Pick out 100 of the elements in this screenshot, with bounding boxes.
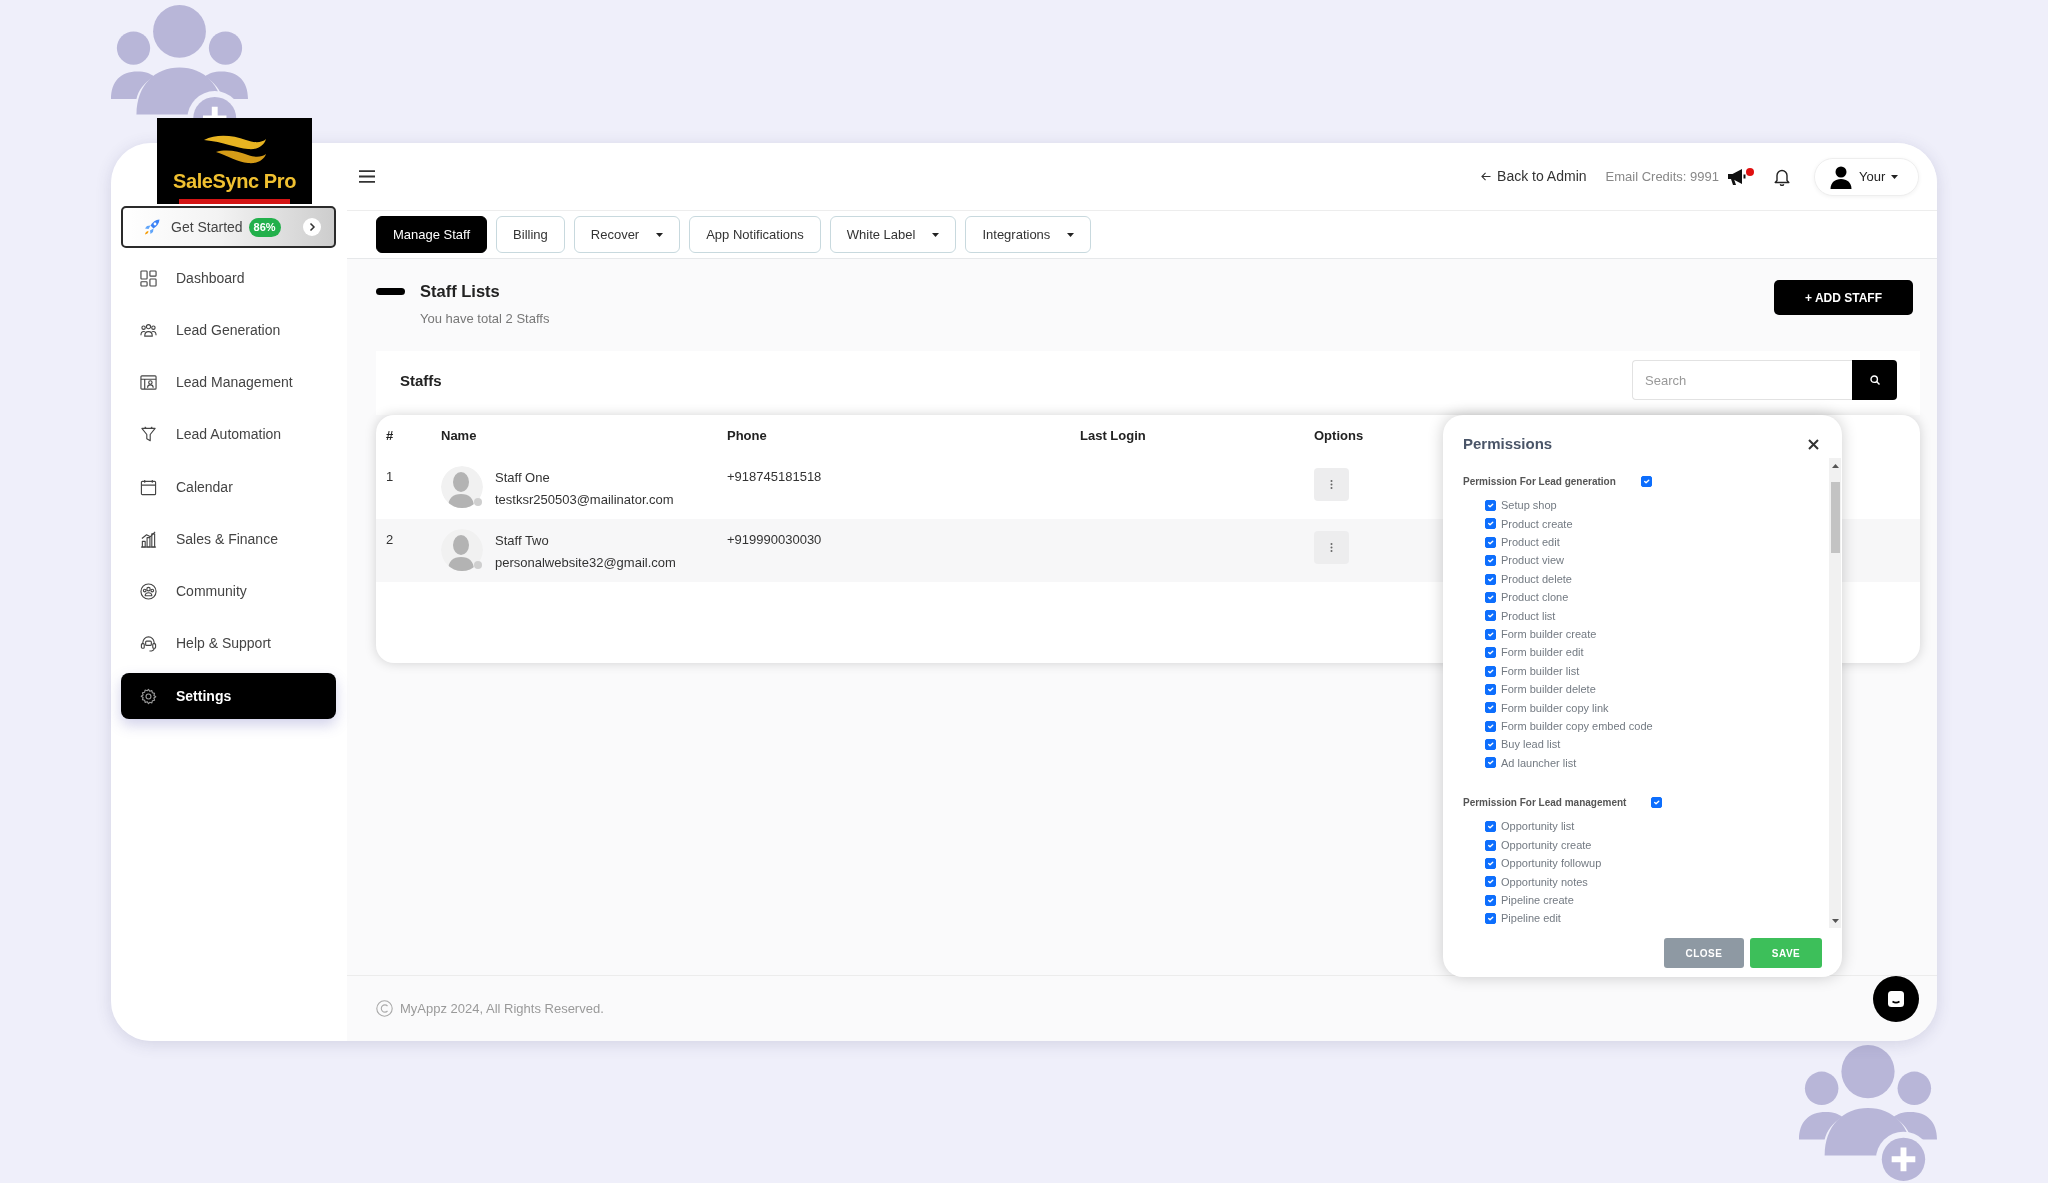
permission-label[interactable]: Form builder edit (1501, 644, 1584, 661)
get-started-button[interactable]: Get Started 86% (121, 206, 336, 248)
permission-label[interactable]: Opportunity notes (1501, 873, 1588, 891)
column-header: Options (1314, 426, 1365, 445)
permission-label[interactable]: Product view (1501, 552, 1564, 569)
tab[interactable]: Billing (496, 216, 565, 253)
headset-icon (140, 635, 157, 653)
staff-name: Staff Two (495, 532, 550, 550)
people-circle-icon (140, 583, 157, 600)
permission-label[interactable]: Form builder copy link (1501, 699, 1609, 717)
search-button[interactable] (1852, 360, 1897, 400)
sidebar-item[interactable]: Sales & Finance (121, 516, 336, 563)
staff-name: Staff One (495, 469, 551, 487)
permission-label[interactable]: Opportunity list (1501, 818, 1575, 835)
permission-label[interactable]: Ad launcher list (1501, 754, 1577, 772)
person-frame-icon (140, 374, 157, 391)
checkbox[interactable] (1651, 796, 1663, 808)
checkbox[interactable] (1485, 876, 1496, 888)
permission-label[interactable]: Pipeline create (1501, 891, 1574, 909)
sidebar-item[interactable]: Calendar (121, 464, 336, 510)
dialog-close-button[interactable] (1806, 436, 1821, 452)
progress-badge: 86% (248, 217, 281, 237)
tab[interactable]: App Notifications (689, 216, 821, 253)
sidebar-item[interactable]: Help & Support (121, 620, 336, 667)
permission-label[interactable]: Product delete (1501, 570, 1572, 588)
tab[interactable]: Manage Staff (376, 216, 488, 253)
table-cell: +919990030030 (727, 519, 1080, 582)
dashboard-icon (140, 269, 157, 287)
avatar-silhouette-icon (441, 466, 483, 508)
permission-label[interactable]: Form builder list (1501, 662, 1580, 680)
checkbox[interactable] (1485, 591, 1496, 603)
column-header: Phone (727, 415, 1080, 456)
checkbox[interactable] (1485, 720, 1496, 732)
permission-label[interactable]: Product clone (1501, 589, 1569, 606)
checkbox[interactable] (1485, 857, 1496, 869)
caret-icon (1891, 174, 1899, 179)
tab[interactable]: Recover (573, 216, 681, 253)
sidebar-item[interactable]: Settings (121, 673, 336, 719)
permission-label[interactable]: Form builder delete (1501, 681, 1596, 698)
permission-label[interactable]: Form builder copy embed code (1501, 717, 1653, 735)
permission-label[interactable]: Opportunity followup (1501, 855, 1602, 872)
permission-label[interactable]: Setup shop (1501, 497, 1557, 514)
footer-text: MyAppz 2024, All Rights Reserved. (400, 999, 604, 1018)
sidebar-item[interactable]: Lead Generation (121, 307, 336, 354)
checkbox[interactable] (1485, 913, 1496, 925)
checkbox[interactable] (1485, 739, 1496, 751)
checkbox[interactable] (1485, 628, 1496, 640)
permission-label[interactable]: Product list (1501, 607, 1556, 625)
checkbox[interactable] (1640, 475, 1652, 487)
sidebar-item[interactable]: Dashboard (121, 255, 336, 301)
checkbox[interactable] (1485, 683, 1496, 695)
user-menu-button[interactable]: Your (1814, 157, 1919, 196)
sidebar-item[interactable]: Community (121, 568, 336, 615)
sidebar-item[interactable]: Lead Automation (121, 411, 336, 458)
add-staff-button[interactable]: + ADD STAFF (1774, 280, 1913, 315)
users-plus-icon (1799, 1043, 1937, 1183)
scroll-up-icon[interactable] (1831, 464, 1839, 468)
checkbox[interactable] (1485, 839, 1496, 851)
scrollbar-thumb[interactable] (1830, 482, 1840, 553)
permission-label[interactable]: Buy lead list (1501, 736, 1561, 753)
back-to-admin-link[interactable]: Back to Admin (1481, 166, 1587, 187)
close-button[interactable]: CLOSE (1664, 938, 1744, 968)
dialog-title: Permissions (1463, 433, 1553, 454)
checkbox[interactable] (1485, 894, 1496, 906)
checkbox[interactable] (1485, 821, 1496, 833)
permission-label[interactable]: Form builder create (1501, 625, 1597, 643)
permission-label[interactable]: Product edit (1501, 534, 1560, 551)
checkbox[interactable] (1485, 610, 1496, 622)
calendar-icon (140, 478, 157, 496)
sidebar-item[interactable]: Lead Management (121, 359, 336, 406)
title-accent-bar (376, 287, 405, 295)
search-field[interactable]: Search (1632, 360, 1852, 400)
checkbox[interactable] (1485, 500, 1496, 511)
checkbox[interactable] (1485, 536, 1496, 548)
permission-label[interactable]: Pipeline edit (1501, 910, 1561, 927)
megaphone-icon[interactable] (1727, 167, 1747, 186)
menu-icon[interactable] (359, 170, 375, 183)
page-subtitle: You have total 2 Staffs (420, 310, 550, 328)
permission-label[interactable]: Product create (1501, 515, 1573, 533)
checkbox[interactable] (1485, 702, 1496, 714)
tab[interactable]: White Label (829, 216, 957, 253)
people-icon (140, 321, 157, 339)
scrollbar-track[interactable] (1829, 458, 1841, 928)
checkbox[interactable] (1485, 573, 1496, 585)
search-icon (1869, 375, 1880, 385)
scroll-down-icon[interactable] (1831, 919, 1839, 923)
save-button[interactable]: SAVE (1750, 938, 1822, 968)
funnel-icon (140, 426, 157, 444)
email-credits-text: Email Credits: 9991 (1605, 167, 1719, 186)
permission-group-title: Permission For Lead management (1463, 795, 1627, 810)
user-avatar-icon (1829, 164, 1853, 189)
tab[interactable]: Integrations (965, 216, 1092, 253)
bell-icon[interactable] (1774, 167, 1790, 186)
checkbox[interactable] (1485, 555, 1496, 567)
permission-label[interactable]: Opportunity create (1501, 836, 1592, 854)
checkbox[interactable] (1485, 757, 1496, 769)
staff-email: personalwebsite32@gmail.com (495, 554, 676, 572)
checkbox[interactable] (1485, 665, 1496, 677)
checkbox[interactable] (1485, 518, 1496, 530)
checkbox[interactable] (1485, 647, 1496, 659)
